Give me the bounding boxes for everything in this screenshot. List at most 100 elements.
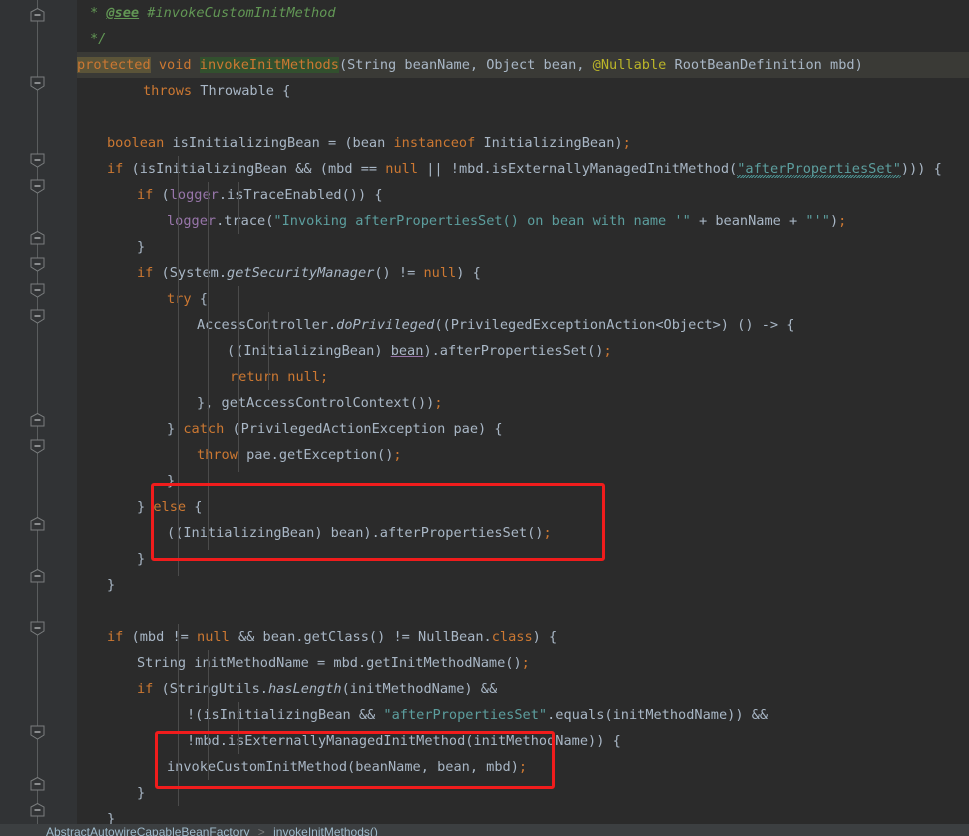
code-token: InitializingBean) (475, 135, 623, 151)
code-line[interactable]: String initMethodName = mbd.getInitMetho… (77, 650, 530, 676)
fold-expand-icon[interactable] (28, 439, 47, 454)
code-token: "'" (805, 213, 830, 229)
code-token: !mbd.isExternallyManagedInitMethod(initM… (187, 733, 621, 749)
code-token: ; (521, 655, 530, 671)
code-token: if (137, 265, 154, 281)
code-line[interactable]: protected void invokeInitMethods(String … (77, 52, 863, 78)
code-line[interactable]: ((InitializingBean) bean).afterPropertie… (77, 520, 552, 546)
code-token: && bean.getClass() != NullBean. (229, 629, 492, 645)
code-token: (StringUtils. (153, 681, 268, 697)
fold-expand-icon[interactable] (28, 309, 47, 324)
fold-collapse-icon[interactable] (28, 569, 47, 584)
editor-gutter-fold-strip[interactable] (58, 0, 77, 836)
fold-expand-icon[interactable] (28, 257, 47, 272)
code-token: class (491, 629, 533, 645)
code-line[interactable]: }, getAccessControlContext()); (77, 390, 443, 416)
code-token: "Invoking afterPropertiesSet() on bean w… (273, 213, 691, 229)
code-token: invokeCustomInitMethod(beanName, bean, m… (167, 759, 519, 775)
code-token: @see (106, 5, 140, 21)
fold-collapse-icon[interactable] (28, 413, 47, 428)
code-token: Throwable { (192, 83, 291, 99)
code-token: ( (153, 187, 170, 203)
code-token: throws (143, 83, 193, 99)
code-token: ; (838, 213, 847, 229)
indent-guide (208, 182, 209, 550)
code-token: doPrivileged (336, 317, 435, 333)
code-token: null (385, 161, 419, 177)
code-token: .isTraceEnabled()) { (218, 187, 383, 203)
code-token: ; (393, 447, 402, 463)
code-token: boolean (107, 135, 165, 151)
code-token: ; (603, 343, 612, 359)
code-line[interactable]: !mbd.isExternallyManagedInitMethod(initM… (77, 728, 621, 754)
code-token: if (137, 187, 154, 203)
code-token: ((InitializingBean) bean).afterPropertie… (167, 525, 544, 541)
code-line[interactable]: */ (77, 26, 106, 52)
code-line[interactable]: try { (77, 286, 208, 312)
code-line[interactable]: !(isInitializingBean && "afterProperties… (77, 702, 768, 728)
code-token: "afterPropertiesSet" (383, 707, 548, 723)
fold-collapse-icon[interactable] (28, 803, 47, 818)
breadcrumb-method[interactable]: invokeInitMethods() (273, 825, 378, 836)
code-line[interactable]: } (77, 546, 145, 572)
code-token: ) (829, 213, 839, 229)
code-token: ; (622, 135, 631, 151)
code-token: } (167, 473, 176, 489)
code-text-area[interactable]: * @see #invokeCustomInitMethod */ protecte… (77, 0, 969, 836)
code-line[interactable]: } catch (PrivilegedActionException pae) … (77, 416, 503, 442)
code-token: (System. (153, 265, 228, 281)
code-token: ).afterPropertiesSet() (423, 343, 604, 359)
code-token: (isInitializingBean && (mbd == (123, 161, 386, 177)
code-line[interactable]: throw pae.getException(); (77, 442, 402, 468)
code-line[interactable]: boolean isInitializingBean = (bean insta… (77, 130, 631, 156)
fold-expand-icon[interactable] (28, 179, 47, 194)
code-line[interactable]: invokeCustomInitMethod(beanName, bean, m… (77, 754, 527, 780)
code-line[interactable]: } (77, 234, 145, 260)
code-line[interactable]: if (logger.isTraceEnabled()) { (77, 182, 383, 208)
code-token: RootBeanDefinition mbd) (666, 57, 863, 73)
code-token: bean (390, 343, 424, 359)
code-line[interactable]: * @see #invokeCustomInitMethod (77, 0, 336, 26)
code-token: + beanName + (690, 213, 806, 229)
code-line[interactable]: ((InitializingBean) bean).afterPropertie… (77, 338, 612, 364)
fold-expand-icon[interactable] (28, 621, 47, 636)
code-editor: * @see #invokeCustomInitMethod */ protecte… (0, 0, 969, 836)
code-line[interactable]: } else { (77, 494, 203, 520)
code-line[interactable]: if (System.getSecurityManager() != null)… (77, 260, 481, 286)
code-line[interactable]: if (StringUtils.hasLength(initMethodName… (77, 676, 497, 702)
code-token: { (186, 499, 203, 515)
code-line[interactable]: } (77, 572, 115, 598)
fold-collapse-icon[interactable] (28, 517, 47, 532)
code-line[interactable]: if (mbd != null && bean.getClass() != Nu… (77, 624, 557, 650)
fold-expand-icon[interactable] (28, 76, 47, 91)
fold-collapse-icon[interactable] (28, 8, 47, 23)
fold-collapse-icon[interactable] (28, 777, 47, 792)
code-line[interactable]: logger.trace("Invoking afterPropertiesSe… (77, 208, 846, 234)
code-token: () != (374, 265, 424, 281)
code-token: } (137, 551, 146, 567)
breadcrumb[interactable]: AbstractAutowireCapableBeanFactory > inv… (0, 824, 969, 836)
breadcrumb-class[interactable]: AbstractAutowireCapableBeanFactory (46, 825, 249, 836)
code-token: } (167, 421, 184, 437)
code-line[interactable]: } (77, 780, 145, 806)
code-token: (mbd != (123, 629, 198, 645)
fold-collapse-icon[interactable] (28, 231, 47, 246)
code-line[interactable]: } (77, 468, 175, 494)
code-line[interactable]: AccessController.doPrivileged((Privilege… (77, 312, 794, 338)
code-token: "afterPropertiesSet" (737, 161, 901, 177)
fold-expand-icon[interactable] (28, 725, 47, 740)
code-token: #invokeCustomInitMethod (139, 5, 336, 21)
fold-expand-icon[interactable] (28, 283, 47, 298)
code-token: isInitializingBean = (bean (164, 135, 394, 151)
code-token: } (137, 499, 154, 515)
code-token: }, getAccessControlContext()) (197, 395, 435, 411)
code-token: ; (518, 759, 528, 775)
code-line[interactable]: return null; (77, 364, 328, 390)
code-token: (PrivilegedActionException pae) { (224, 421, 503, 437)
code-line[interactable]: throws Throwable { (77, 78, 290, 104)
editor-surface[interactable]: * @see #invokeCustomInitMethod */ protecte… (77, 0, 969, 836)
code-token: String initMethodName = mbd.getInitMetho… (137, 655, 522, 671)
code-line[interactable]: if (isInitializingBean && (mbd == null |… (77, 156, 942, 182)
code-token: */ (90, 31, 107, 47)
fold-expand-icon[interactable] (28, 153, 47, 168)
